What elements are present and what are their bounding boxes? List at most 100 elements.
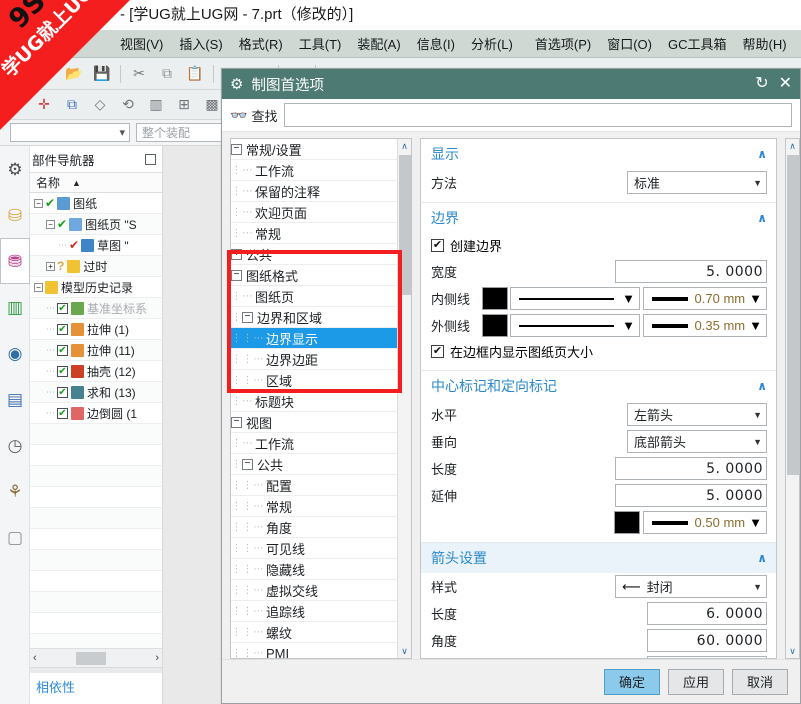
part-navigator-row[interactable]: ⋯ ✔ 拉伸 (1) <box>30 319 162 340</box>
role-icon[interactable]: ⚙ <box>0 146 30 192</box>
preferences-tree-item[interactable]: ⋮ ⋯ 保留的注释 <box>231 181 411 202</box>
chevron-down-icon[interactable]: ▼ <box>747 437 762 447</box>
ok-button[interactable]: 确定 <box>604 668 660 695</box>
menu-item-zhonglei-1[interactable]: 中磊1.0 <box>795 31 801 56</box>
preferences-tree-item[interactable]: ⋮ ⋯ 图纸页 <box>231 286 411 307</box>
part-navigator-row[interactable]: ⋯ ✔ 求和 (13) <box>30 382 162 403</box>
preferences-tree-item[interactable]: − 常规/设置 <box>231 139 411 160</box>
chevron-down-icon[interactable]: ▼ <box>749 318 762 333</box>
chevron-down-icon[interactable]: ▼ <box>747 178 762 188</box>
part-navigator-row[interactable]: ⋯ ✔ 抽壳 (12) <box>30 361 162 382</box>
preferences-tree-item[interactable]: ⋮ ⋮ ⋯ 隐藏线 <box>231 559 411 580</box>
menu-item-preferences[interactable]: 首选项(P) <box>527 31 599 56</box>
open-icon[interactable]: 📂 <box>62 62 86 86</box>
close-icon[interactable]: ✕ <box>779 76 792 92</box>
dropdown-样式[interactable]: ⟵ 封闭 ▼ <box>615 575 767 598</box>
tree-expander[interactable]: + <box>46 261 55 271</box>
tree-expander[interactable]: + <box>231 248 242 260</box>
preferences-tree-item[interactable]: ⋮ ⋮ ⋯ 配置 <box>231 475 411 496</box>
preferences-tree-item[interactable]: ⋮ ⋯ 标题块 <box>231 391 411 412</box>
part-navigator-tree[interactable]: − ✔ 图纸 − ✔ 图纸页 "S ⋯ ✔ 草图 " +? 过时 − 模型历史记录 ⋯ ✔ 基准坐标系 ⋯ ✔ 拉伸… <box>30 193 162 648</box>
tree-expander[interactable]: − <box>34 198 43 208</box>
line-weight-dropdown[interactable]: 0.35 mm ▼ <box>643 314 767 337</box>
number-input-箭尾长度[interactable]: 3. 0000 <box>647 656 767 658</box>
chevron-down-icon[interactable]: ▼ <box>622 291 635 306</box>
preferences-tree-item[interactable]: ⋮ ⋮ ⋯ 区域 <box>231 370 411 391</box>
feature-checkbox[interactable]: ✔ <box>57 386 68 398</box>
internet-explorer-icon[interactable]: ◉ <box>0 330 30 376</box>
part-navigator-hscrollbar[interactable]: ‹ › <box>30 648 162 667</box>
menu-item-view[interactable]: 视图(V) <box>112 31 171 56</box>
history-document-icon[interactable]: ▤ <box>0 376 30 422</box>
scroll-left-arrow[interactable]: ‹ <box>33 652 37 664</box>
add-component-icon[interactable]: ✛ <box>32 93 56 117</box>
assembly-constraint-icon[interactable]: ◇ <box>88 93 112 117</box>
cancel-button[interactable]: 取消 <box>732 668 788 695</box>
scroll-down-arrow[interactable]: ∨ <box>398 644 411 658</box>
number-input-长度[interactable]: 6. 0000 <box>647 602 767 625</box>
preferences-tree-item[interactable]: ⋮ ⋮ ⋯ 螺纹 <box>231 622 411 643</box>
preferences-tree-item[interactable]: ⋮ ⋮ ⋯ 可见线 <box>231 538 411 559</box>
line-weight-dropdown[interactable]: 0.70 mm ▼ <box>643 287 767 310</box>
menu-item-format[interactable]: 格式(R) <box>231 31 291 56</box>
new-component-icon[interactable]: ⧉ <box>60 93 84 117</box>
find-input[interactable] <box>284 103 792 127</box>
preferences-tree-item[interactable]: ⋮ ⋮ ⋯ PMI <box>231 643 411 659</box>
group-header[interactable]: 边界 ∧ <box>421 203 776 233</box>
color-swatch[interactable] <box>482 314 508 337</box>
preferences-tree-item[interactable]: ⋮ ⋮ ⋯ 角度 <box>231 517 411 538</box>
menu-item-gc-toolbox[interactable]: GC工具箱 <box>660 31 735 56</box>
tree-expander[interactable]: − <box>231 416 242 428</box>
preferences-tree-item[interactable]: ⋮ ⋮ ⋯ 追踪线 <box>231 601 411 622</box>
move-component-icon[interactable]: ⟲ <box>116 93 140 117</box>
scroll-down-arrow[interactable]: ∨ <box>786 644 799 658</box>
preferences-tree-item[interactable]: − 图纸格式 <box>231 265 411 286</box>
preferences-tree-item[interactable]: ⋮ ⋮ ⋯ 虚拟交线 <box>231 580 411 601</box>
copy-icon[interactable]: ⧉ <box>155 62 179 86</box>
preferences-tree-item[interactable]: ⋮ ⋯ 工作流 <box>231 160 411 181</box>
checkbox-input[interactable]: ✔ <box>431 239 444 252</box>
dropdown-方法[interactable]: 标准 ▼ <box>627 171 767 194</box>
feature-checkbox[interactable]: ✔ <box>57 344 68 356</box>
reset-icon[interactable]: ↻ <box>755 76 768 92</box>
line-style-dropdown[interactable]: ▼ <box>510 287 640 310</box>
blank-pane-icon[interactable]: ▢ <box>0 514 30 560</box>
feature-checkbox[interactable]: ✔ <box>57 365 68 377</box>
history-clock-icon[interactable]: ◷ <box>0 422 30 468</box>
chevron-down-icon[interactable]: ▼ <box>747 410 762 420</box>
chevron-up-icon[interactable]: ∧ <box>757 551 767 565</box>
chevron-down-icon[interactable]: ▼ <box>749 515 762 530</box>
preferences-tree-scrollbar[interactable]: ∧ ∨ <box>397 139 411 658</box>
menu-item-tools[interactable]: 工具(T) <box>291 31 350 56</box>
cut-icon[interactable]: ✂ <box>127 62 151 86</box>
dialog-title-bar[interactable]: ⚙ 制图首选项 ↻ ✕ <box>222 69 800 99</box>
feature-checkbox[interactable]: ✔ <box>57 407 68 419</box>
preferences-tree-item[interactable]: ⋮ ⋯ 欢迎页面 <box>231 202 411 223</box>
pattern-component-icon[interactable]: ▥ <box>144 93 168 117</box>
chevron-up-icon[interactable]: ∧ <box>757 147 767 161</box>
chevron-down-icon[interactable]: ▼ <box>622 318 635 333</box>
pin-panel-icon[interactable] <box>145 153 156 165</box>
tree-expander[interactable]: − <box>231 143 242 155</box>
part-navigator-row[interactable]: − ✔ 图纸页 "S <box>30 214 162 235</box>
line-weight-dropdown[interactable]: 0.50 mm ▼ <box>643 511 767 534</box>
part-navigator-icon[interactable]: ⛃ <box>0 238 30 284</box>
tree-expander[interactable]: − <box>231 269 242 281</box>
part-navigator-row[interactable]: − ✔ 图纸 <box>30 193 162 214</box>
scroll-thumb[interactable] <box>76 651 106 665</box>
dropdown-垂向[interactable]: 底部箭头 ▼ <box>627 430 767 453</box>
reuse-library-icon[interactable]: ▥ <box>0 284 30 330</box>
preferences-tree-item[interactable]: ⋮ − 边界和区域 <box>231 307 411 328</box>
scroll-up-arrow[interactable]: ∧ <box>398 139 411 153</box>
save-icon[interactable]: 💾 <box>90 62 114 86</box>
checkbox-input[interactable]: ✔ <box>431 345 444 358</box>
preferences-tree[interactable]: − 常规/设置 ⋮ ⋯ 工作流 ⋮ ⋯ 保留的注释 ⋮ ⋯ 欢迎页面 ⋮ ⋯ 常规 + 公共 − 图纸格式 ⋮ ⋯ 图纸… <box>231 139 411 658</box>
number-input-宽度[interactable]: 5. 0000 <box>615 260 767 283</box>
scroll-up-arrow[interactable]: ∧ <box>786 139 799 153</box>
preferences-tree-item[interactable]: ⋮ ⋮ ⋯ 边界显示 <box>231 328 411 349</box>
apply-button[interactable]: 应用 <box>668 668 724 695</box>
menu-item-analysis[interactable]: 分析(L) <box>463 31 521 56</box>
tree-expander[interactable]: − <box>242 458 253 470</box>
menu-item-window[interactable]: 窗口(O) <box>599 31 660 56</box>
preferences-tree-item[interactable]: − 视图 <box>231 412 411 433</box>
